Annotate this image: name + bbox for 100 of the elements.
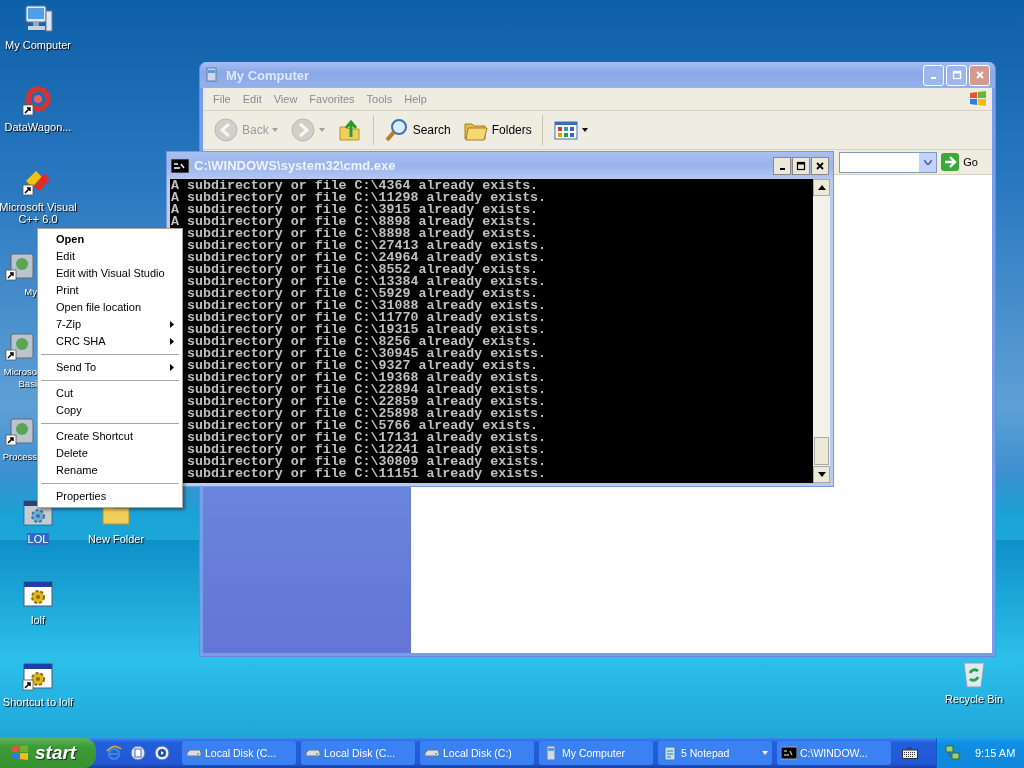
minimize-button[interactable] [773,156,791,175]
dropdown-button[interactable] [919,152,937,172]
icon-label[interactable]: LOL [26,533,50,545]
icon-label[interactable]: lolf [29,614,47,626]
menu-item[interactable]: Edit [40,248,180,265]
console-line: subdirectory or file C:\5929 already exists. [187,288,539,300]
icon-label[interactable]: DataWagon... [3,121,73,133]
console-line: subdirectory or file C:\17131 already exists. [187,432,547,444]
gear-window-icon[interactable] [22,660,54,692]
menu-item[interactable]: Delete [40,445,180,462]
taskbar-button[interactable]: 5 Notepad [658,741,772,765]
menu-item[interactable]: Edit [236,93,268,105]
letter-e-icon[interactable] [106,745,122,761]
scrollbar[interactable] [813,179,830,483]
console-line: subdirectory or file C:\9327 already exists. [187,360,539,372]
menu-item[interactable]: 7-Zip [40,316,180,333]
up-triangle-icon [817,185,826,190]
console-line: subdirectory or file C:\11770 already exists. [187,312,547,324]
windows-flag-icon [968,89,988,109]
program-icon[interactable] [5,415,37,447]
close-icon [815,160,825,171]
icon-label[interactable]: New Folder [86,533,146,545]
address-field[interactable] [839,151,938,173]
menu-item[interactable]: Open file location [40,299,180,316]
maximize-icon [951,70,962,80]
caret-icon [762,751,768,755]
window-title: My Computer [226,67,311,83]
close-icon [974,70,985,80]
console-text: A [171,179,179,193]
console-line: subdirectory or file C:\8256 already exists. [187,336,539,348]
caret-icon [581,128,588,132]
minimize-icon [931,77,936,79]
console-line: subdirectory or file C:\8898 already exists. [187,216,539,228]
menu-item[interactable]: Edit with Visual Studio [40,265,180,282]
clock-text: 9:15 AM [975,747,1016,759]
console-line: subdirectory or file C:\22894 already exists. [187,384,547,396]
console-line: subdirectory or file C:\31088 already exists. [187,300,547,312]
menu-item[interactable]: Tools [360,93,399,105]
taskbar-button[interactable]: My Computer [539,741,653,765]
menu-item[interactable]: View [267,93,304,105]
console-text: A [171,214,179,229]
console-line: subdirectory or file C:\11151 already exists. [187,468,547,480]
close-button[interactable] [811,156,829,175]
icon-label[interactable]: Recycle Bin [943,693,1005,705]
menu-item[interactable]: Create Shortcut [40,428,180,445]
computer-icon [543,745,559,761]
chevron-down-icon [923,159,932,165]
menu-item[interactable]: Rename [40,462,180,479]
scroll-down-button[interactable] [813,466,830,483]
minimize-icon [779,167,785,170]
icon-label[interactable]: My [24,286,37,298]
dot-ring-icon[interactable] [22,85,54,117]
program-icon[interactable] [5,250,37,282]
scroll-thumb[interactable] [814,437,829,465]
folders-button[interactable]: Folders [458,115,536,145]
icon-label[interactable]: Microso Basi [1,366,37,390]
console-line: subdirectory or file C:\24964 already exists. [187,252,547,264]
console-line: subdirectory or file C:\30945 already exists. [187,348,547,360]
menu-item[interactable]: Send To [40,359,180,376]
icon-label[interactable]: My Computer [4,39,72,51]
console-line: subdirectory or file C:\19368 already exists. [187,372,547,384]
menu-item[interactable]: Properties [40,488,180,505]
program-icon[interactable] [5,330,37,362]
document-circle-icon[interactable] [130,745,146,761]
menu-item[interactable]: Copy [40,402,180,419]
taskbar-button[interactable]: C:\WINDOW... [777,741,891,765]
window-title: C:\WINDOWS\system32\cmd.exe [194,158,397,173]
caret-icon [271,128,278,132]
scroll-up-button[interactable] [813,179,830,196]
keyboard-icon[interactable] [902,747,918,759]
network-computers-icon[interactable] [945,745,961,761]
menu-item[interactable]: Favorites [303,93,361,105]
menu-item[interactable]: Cut [40,385,180,402]
search-button[interactable]: Search [379,115,455,145]
menu-item[interactable]: CRC SHA [40,333,180,350]
console-line: subdirectory or file C:\8898 already exists. [187,228,539,240]
console-icon [781,745,797,761]
start-button[interactable]: start [0,738,96,768]
taskbar-button[interactable]: Local Disk (C:) [420,741,534,765]
menu-item[interactable]: Help [398,93,433,105]
taskbar-button[interactable]: Local Disk (C... [182,741,296,765]
menu-item[interactable]: File [207,93,237,105]
console-line: subdirectory or file C:\11298 already exists. [187,192,547,204]
menu-item[interactable]: Print [40,282,180,299]
folder-up-arrow-icon [336,117,363,143]
console-line: subdirectory or file C:\30809 already exists. [187,456,547,468]
computer-icon[interactable] [22,3,54,35]
taskbar-button[interactable]: Local Disk (C... [301,741,415,765]
console-line: subdirectory or file C:\5766 already exists. [187,420,539,432]
go-button[interactable]: Go [941,153,988,171]
gear-window-icon[interactable] [22,578,54,610]
icon-label[interactable]: Microsoft Visual C++ 6.0 [0,201,82,225]
console-line: subdirectory or file C:\8552 already exists. [187,264,539,276]
console-icon [171,158,189,173]
console-line: subdirectory or file C:\13384 already exists. [187,276,547,288]
icon-label[interactable]: Shortcut to lolf [1,696,75,708]
play-circle-icon[interactable] [154,745,170,761]
icon-label[interactable]: Process [2,451,37,463]
maximize-button[interactable] [792,156,810,175]
menu-item[interactable]: Open [40,231,180,248]
